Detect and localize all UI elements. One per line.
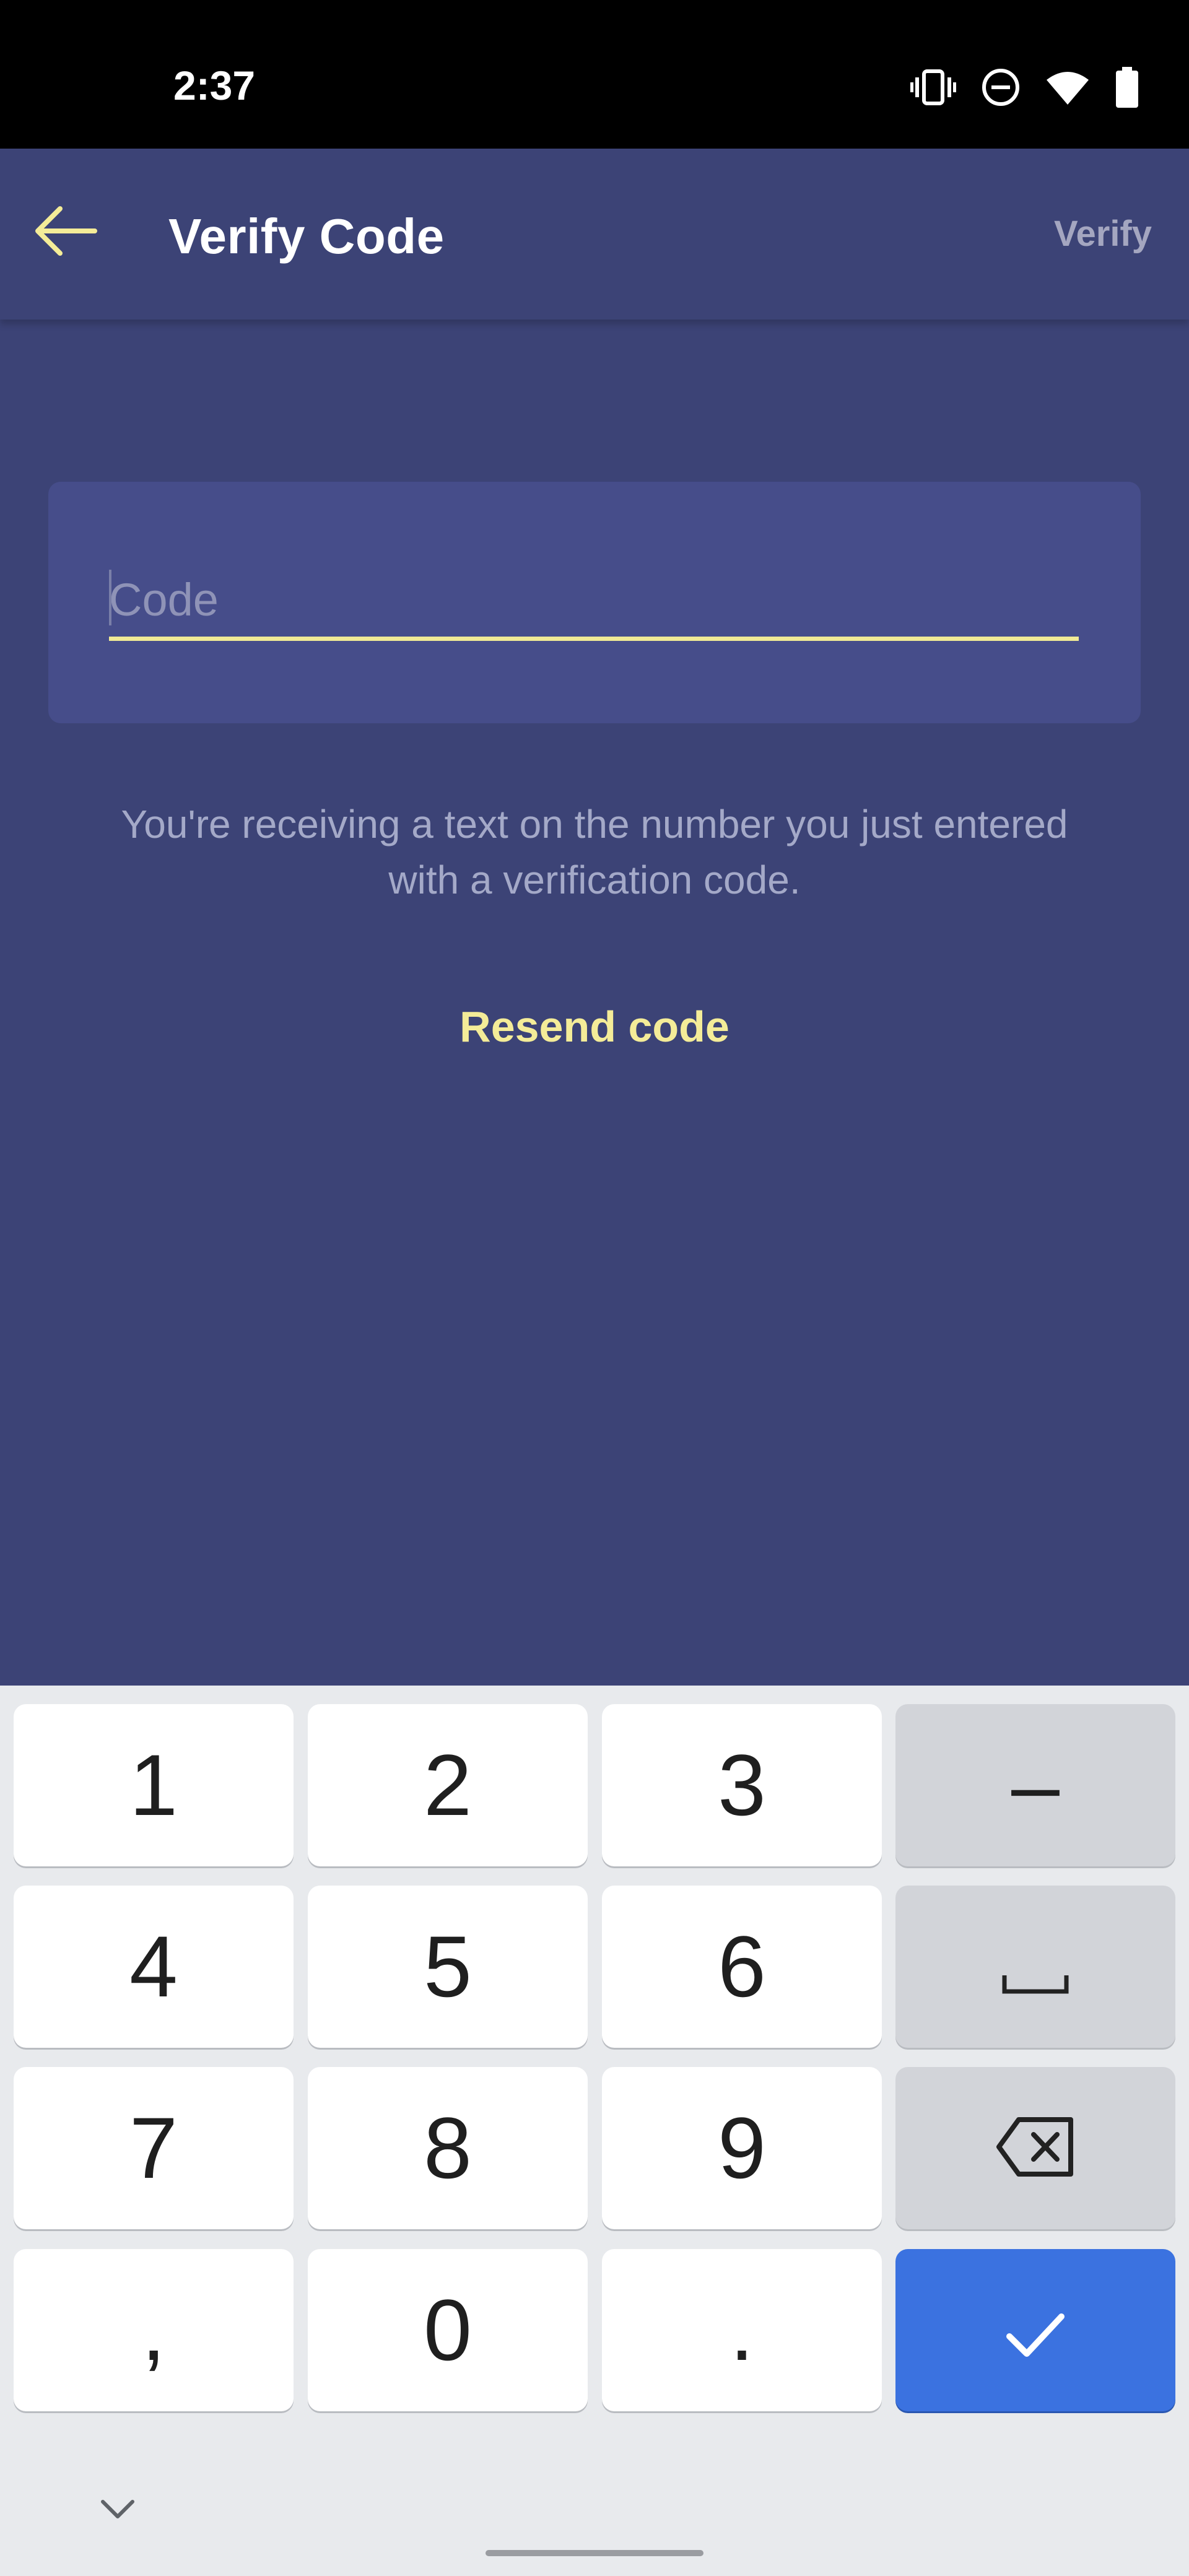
checkmark-icon	[1004, 2280, 1066, 2380]
battery-icon	[1115, 67, 1139, 108]
arrow-left-icon	[33, 205, 97, 260]
key-9[interactable]: 9	[602, 2067, 882, 2229]
key-5[interactable]: 5	[308, 1886, 588, 2048]
key-period[interactable]: .	[602, 2249, 882, 2411]
key-0[interactable]: 0	[308, 2249, 588, 2411]
home-indicator[interactable]	[486, 2550, 703, 2556]
key-done[interactable]	[895, 2249, 1175, 2411]
key-2[interactable]: 2	[308, 1704, 588, 1866]
key-backspace[interactable]	[895, 2067, 1175, 2229]
wifi-icon	[1045, 69, 1090, 106]
back-button[interactable]	[25, 192, 105, 272]
resend-code-link[interactable]: Resend code	[347, 1002, 842, 1051]
status-bar: 2:37	[0, 0, 1189, 149]
key-8[interactable]: 8	[308, 2067, 588, 2229]
numeric-keyboard: 1 2 3 – 4 5 6 7 8 9 , 0 .	[0, 1686, 1189, 2576]
status-time: 2:37	[173, 63, 256, 108]
key-dash[interactable]: –	[895, 1704, 1175, 1866]
hide-keyboard-button[interactable]	[93, 2492, 142, 2529]
key-4[interactable]: 4	[14, 1886, 294, 2048]
code-input-card	[48, 482, 1141, 723]
chevron-down-icon	[99, 2498, 136, 2523]
app-bar: Verify Code Verify	[0, 149, 1189, 320]
status-icons	[910, 67, 1139, 108]
backspace-icon	[995, 2098, 1076, 2198]
helper-text: You're receiving a text on the number yo…	[121, 802, 1068, 902]
page-title: Verify Code	[168, 209, 445, 264]
key-7[interactable]: 7	[14, 2067, 294, 2229]
text-cursor	[109, 570, 111, 625]
vibrate-icon	[910, 69, 956, 106]
space-icon	[1001, 1917, 1069, 2017]
key-space[interactable]	[895, 1886, 1175, 2048]
key-6[interactable]: 6	[602, 1886, 882, 2048]
do-not-disturb-icon	[981, 67, 1021, 107]
verify-button[interactable]: Verify	[1054, 213, 1152, 255]
code-input[interactable]	[109, 562, 1079, 641]
key-comma[interactable]: ,	[14, 2249, 294, 2411]
key-3[interactable]: 3	[602, 1704, 882, 1866]
key-1[interactable]: 1	[14, 1704, 294, 1866]
